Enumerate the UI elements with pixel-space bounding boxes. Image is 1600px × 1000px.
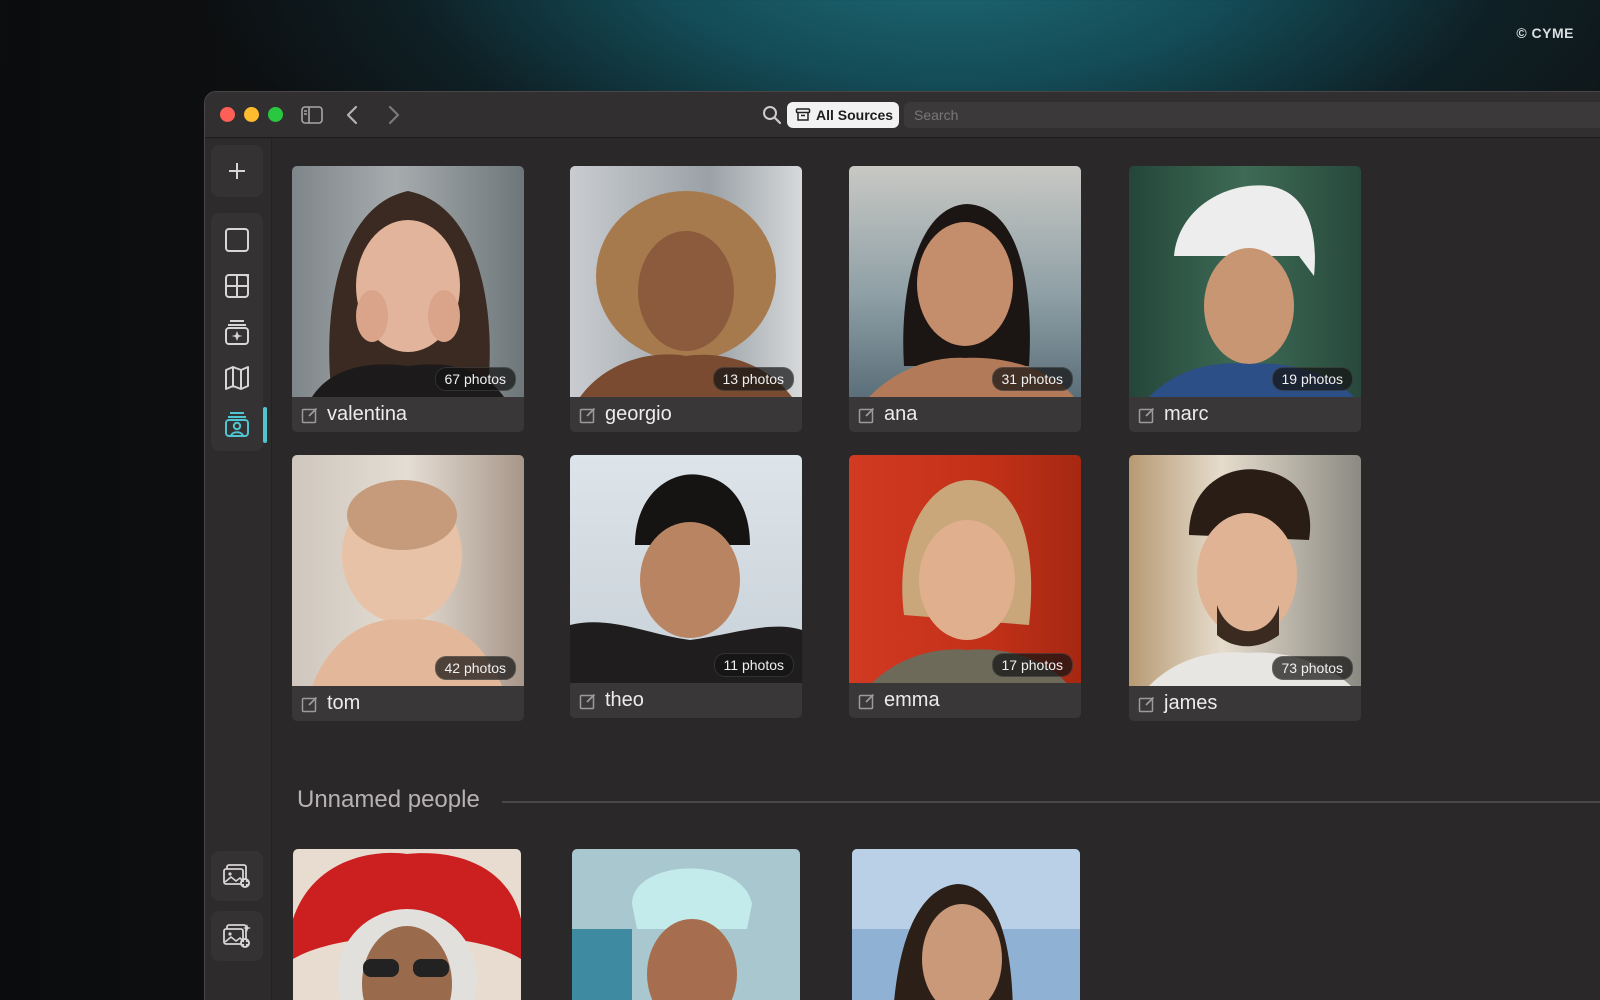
photo-count-badge: 11 photos: [713, 653, 794, 677]
search-input[interactable]: [904, 102, 1600, 128]
person-name: tom: [327, 692, 361, 714]
all-sources-button[interactable]: All Sources: [787, 102, 899, 128]
person-photo: 13 photos: [570, 166, 802, 397]
person-photo: 67 photos: [292, 166, 524, 397]
person-name: theo: [605, 689, 644, 711]
grid-icon[interactable]: [211, 263, 263, 309]
photo-count-badge: 42 photos: [434, 656, 516, 680]
edit-icon[interactable]: [579, 692, 597, 710]
titlebar: All Sources: [205, 92, 1600, 138]
back-chevron-icon[interactable]: [339, 102, 365, 128]
person-name: emma: [884, 689, 940, 711]
watermark: © CYME: [1516, 25, 1574, 41]
sidebar-bottom-group-2: [211, 911, 263, 961]
photo-count-badge: 13 photos: [712, 367, 794, 391]
photo-count-badge: 19 photos: [1271, 367, 1353, 391]
person-name: valentina: [327, 403, 408, 425]
photo-count-badge: 31 photos: [991, 367, 1073, 391]
edit-icon[interactable]: [1138, 406, 1156, 424]
person-photo: 73 photos: [1129, 455, 1361, 686]
people-icon[interactable]: [211, 401, 267, 447]
person-card[interactable]: 17 photos emma: [849, 455, 1081, 718]
unnamed-person-card[interactable]: [293, 849, 521, 1000]
plus-icon[interactable]: [211, 145, 263, 197]
all-sources-label: All Sources: [816, 107, 894, 123]
person-card[interactable]: 31 photos ana: [849, 166, 1081, 432]
stack-sparkle-icon[interactable]: [211, 309, 263, 355]
person-name: marc: [1164, 403, 1209, 425]
person-card[interactable]: 67 photos valentina: [292, 166, 524, 432]
edit-icon[interactable]: [301, 406, 319, 424]
square-icon[interactable]: [211, 217, 263, 263]
person-card[interactable]: 11 photos theo: [570, 455, 802, 718]
people-grid-area: 67 photos valentina 13 photos georgio 31…: [272, 139, 1600, 1000]
edit-icon[interactable]: [858, 692, 876, 710]
sidebar: [205, 139, 272, 1000]
add-photos-icon[interactable]: [211, 851, 263, 901]
person-card[interactable]: 13 photos georgio: [570, 166, 802, 432]
sidebar-bottom-group-1: [211, 851, 263, 901]
close-window-button[interactable]: [220, 107, 235, 122]
archive-icon: [795, 108, 811, 121]
unnamed-person-card[interactable]: [852, 849, 1080, 1000]
photo-count-badge: 73 photos: [1271, 656, 1353, 680]
import-photos-icon[interactable]: [211, 911, 263, 961]
edit-icon[interactable]: [579, 406, 597, 424]
photo-count-badge: 67 photos: [434, 367, 516, 391]
person-photo: 19 photos: [1129, 166, 1361, 397]
person-photo: 11 photos: [570, 455, 802, 683]
minimize-window-button[interactable]: [244, 107, 259, 122]
edit-icon[interactable]: [301, 695, 319, 713]
app-window: All Sources Search 67 photos valentina 1…: [204, 91, 1600, 1000]
sidebar-add-group: [211, 145, 263, 197]
person-card[interactable]: 42 photos tom: [292, 455, 524, 721]
person-photo: 42 photos: [292, 455, 524, 686]
active-indicator: [263, 407, 267, 443]
map-icon[interactable]: [211, 355, 263, 401]
person-photo: 31 photos: [849, 166, 1081, 397]
person-name: ana: [884, 403, 918, 425]
unnamed-person-card[interactable]: [572, 849, 800, 1000]
section-divider: [502, 801, 1600, 803]
person-name: james: [1164, 692, 1218, 714]
person-card[interactable]: 73 photos james: [1129, 455, 1361, 721]
photo-count-badge: 17 photos: [991, 653, 1073, 677]
edit-icon[interactable]: [858, 406, 876, 424]
forward-chevron-icon[interactable]: [381, 102, 407, 128]
search-icon[interactable]: [761, 104, 783, 126]
unnamed-people-heading: Unnamed people: [297, 786, 480, 813]
person-card[interactable]: 19 photos marc: [1129, 166, 1361, 432]
sidebar-nav: [211, 213, 267, 451]
person-photo: 17 photos: [849, 455, 1081, 683]
person-name: georgio: [605, 403, 672, 425]
edit-icon[interactable]: [1138, 695, 1156, 713]
zoom-window-button[interactable]: [268, 107, 283, 122]
sidebar-toggle-icon[interactable]: [299, 102, 325, 128]
